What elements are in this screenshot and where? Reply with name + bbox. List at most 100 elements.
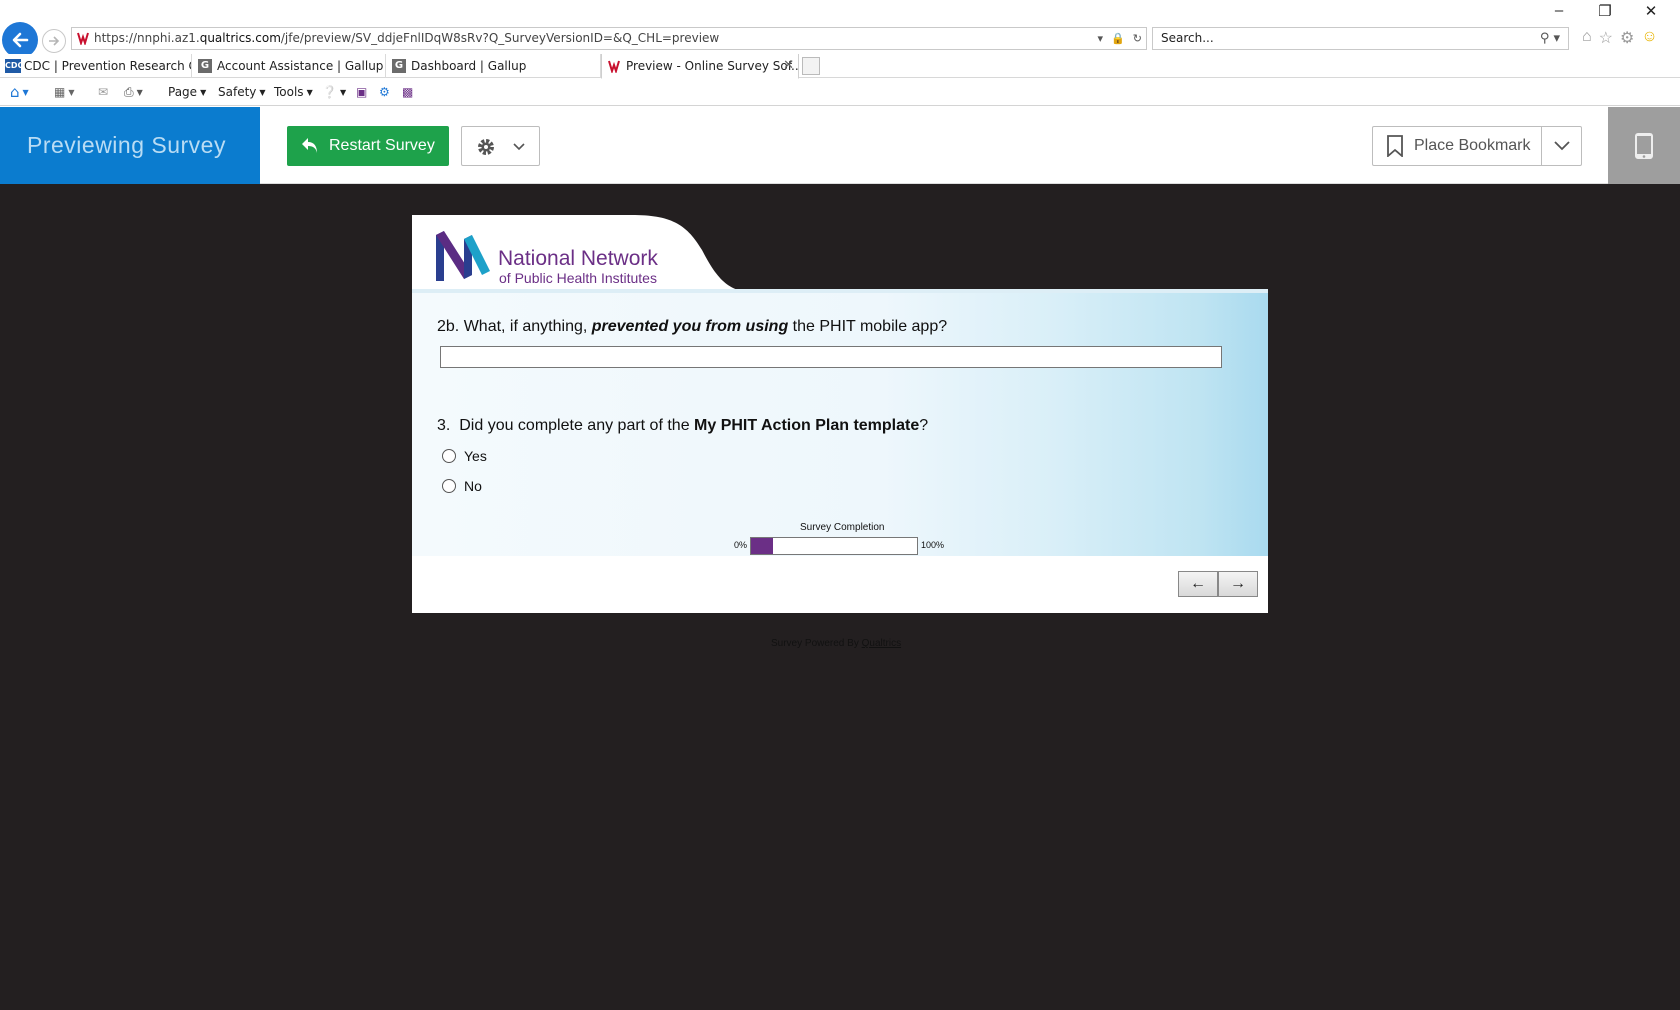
tab-dashboard[interactable]: G Dashboard | Gallup [387,54,601,78]
qualtrics-icon [608,60,620,73]
bookmark-icon [1387,135,1403,157]
survey-card: National Network of Public Health Instit… [412,215,1268,613]
home-menu-icon[interactable]: ⌂ ▼ [10,79,29,106]
onenote-linked-icon[interactable]: ▩ [402,79,413,106]
search-input[interactable]: Search... ⚲ ▾ [1152,27,1569,50]
tab-account-assistance[interactable]: G Account Assistance | Gallup [193,54,386,78]
qualtrics-icon [77,32,89,45]
back-arrow-icon [12,32,29,48]
new-tab-button[interactable] [802,57,820,75]
refresh-icon[interactable]: ↻ [1133,28,1142,49]
progress-label: Survey Completion [800,522,885,533]
safety-menu[interactable]: Safety ▼ [218,79,266,106]
previous-button[interactable]: ← [1178,571,1218,597]
minimize-icon[interactable]: – [1536,2,1582,20]
logo-title: National Network [498,247,658,270]
option-label: No [464,478,482,494]
tab-label: Preview - Online Survey Sof... [626,59,799,73]
tab-label: Dashboard | Gallup [411,59,527,73]
onenote-icon[interactable]: ▣ [356,79,367,106]
window-controls: – ❐ ✕ [1536,2,1674,20]
q3-prefix: 3. Did you complete any part of the [437,417,695,434]
survey-body: 2b. What, if anything, prevented you fro… [412,293,1268,556]
tools-menu[interactable]: Tools ▼ [274,79,313,106]
chevron-down-icon [513,143,525,151]
safety-menu-label: Safety [218,85,257,99]
progress-min: 0% [734,540,748,550]
restart-label: Restart Survey [329,137,435,154]
feeds-icon[interactable]: ▦ ▼ [54,79,75,106]
restore-icon[interactable]: ❐ [1582,2,1628,20]
settings-dropdown-button[interactable] [461,126,540,166]
footer: Survey Powered By Qualtrics [771,638,901,649]
restart-survey-button[interactable]: Restart Survey [287,126,449,166]
tab-preview[interactable]: Preview - Online Survey Sof... ✕ [601,54,799,79]
progress-bar [750,537,918,555]
q2b-prefix: 2b. What, if anything, [437,318,592,335]
address-actions: ▾ 🔒 ↻ [1098,28,1142,49]
command-bar: ⌂ ▼ ▦ ▼ ✉ ⎙ ▼ Page ▼ Safety ▼ Tools ▼ ❔ ▼ ▣ ⚙ ▩ [0,79,1680,106]
mobile-preview-button[interactable] [1608,107,1680,184]
previewing-title: Previewing Survey [0,107,260,184]
q2b-suffix: the PHIT mobile app? [788,318,948,335]
address-bar[interactable]: https://nnphi.az1.qualtrics.com/jfe/prev… [71,27,1147,50]
url-prefix: https://nnphi.az1. [94,31,200,45]
chevron-down-icon[interactable] [1554,141,1570,151]
option-label: Yes [464,448,487,464]
tab-strip: CDC CDC | Prevention Research Ce... G Ac… [0,54,1680,79]
tools-menu-label: Tools [274,85,304,99]
place-bookmark-button[interactable]: Place Bookmark [1372,126,1582,166]
radio-button[interactable] [442,479,456,493]
settings-gear-icon[interactable]: ⚙ [1620,28,1634,48]
q2b-emphasis: prevented you from using [591,318,789,335]
q3-option-yes[interactable]: Yes [442,446,487,466]
feedback-smiley-icon[interactable]: ☺ [1641,28,1657,48]
cdc-icon: CDC [5,59,23,73]
lock-icon[interactable]: 🔒 [1111,28,1125,49]
tab-label: CDC | Prevention Research Ce... [24,59,191,73]
page-menu-label: Page [168,85,198,99]
preview-header: Previewing Survey Restart Survey Place B… [0,107,1680,184]
page-menu[interactable]: Page ▼ [168,79,206,106]
logo-subtitle: of Public Health Institutes [499,270,657,286]
restart-arrow-icon [302,138,317,153]
print-icon[interactable]: ⎙ ▼ [124,79,143,106]
question-2b-text: 2b. What, if anything, prevented you fro… [437,318,947,336]
close-window-icon[interactable]: ✕ [1628,2,1674,20]
browser-chrome: – ❐ ✕ https://nnphi.az1.qualtrics.com/jf… [0,0,1680,107]
url-domain: qualtrics.com [199,31,281,45]
search-placeholder: Search... [1161,31,1214,45]
q3-emphasis: My PHIT Action Plan template [694,417,920,434]
gallup-icon: G [392,59,406,73]
gallup-icon: G [198,59,212,73]
forward-button[interactable] [42,29,66,53]
tab-cdc[interactable]: CDC CDC | Prevention Research Ce... [0,54,192,78]
q3-suffix: ? [919,417,929,434]
favorites-star-icon[interactable]: ☆ [1599,28,1613,48]
survey-header: National Network of Public Health Instit… [412,215,1268,293]
tab-label: Account Assistance | Gallup [217,59,384,73]
gear-icon [478,139,494,155]
dropdown-arrow-icon[interactable]: ▾ [1098,28,1104,49]
bookmark-separator [1541,127,1542,165]
home-icon[interactable]: ⌂ [1582,28,1592,48]
mobile-phone-icon [1635,133,1653,159]
back-button[interactable] [2,22,38,58]
help-icon[interactable]: ❔ ▼ [322,79,346,106]
q3-option-no[interactable]: No [442,476,482,496]
settings-icon[interactable]: ⚙ [379,79,390,106]
footer-text: Survey Powered By [771,638,862,649]
qualtrics-link[interactable]: Qualtrics [862,638,901,649]
close-tab-icon[interactable]: ✕ [783,54,794,78]
progress-fill [751,538,773,554]
nnphi-logo-icon [436,231,490,281]
search-icon[interactable]: ⚲ ▾ [1540,28,1560,49]
q2b-text-input[interactable] [440,346,1222,368]
radio-button[interactable] [442,449,456,463]
forward-arrow-icon [49,36,60,46]
mail-icon[interactable]: ✉ [98,79,108,106]
progress-max: 100% [921,540,945,550]
next-button[interactable]: → [1218,571,1258,597]
url-path: /jfe/preview/SV_ddjeFnlIDqW8sRv?Q_Survey… [280,31,720,45]
bookmark-label: Place Bookmark [1414,137,1531,154]
